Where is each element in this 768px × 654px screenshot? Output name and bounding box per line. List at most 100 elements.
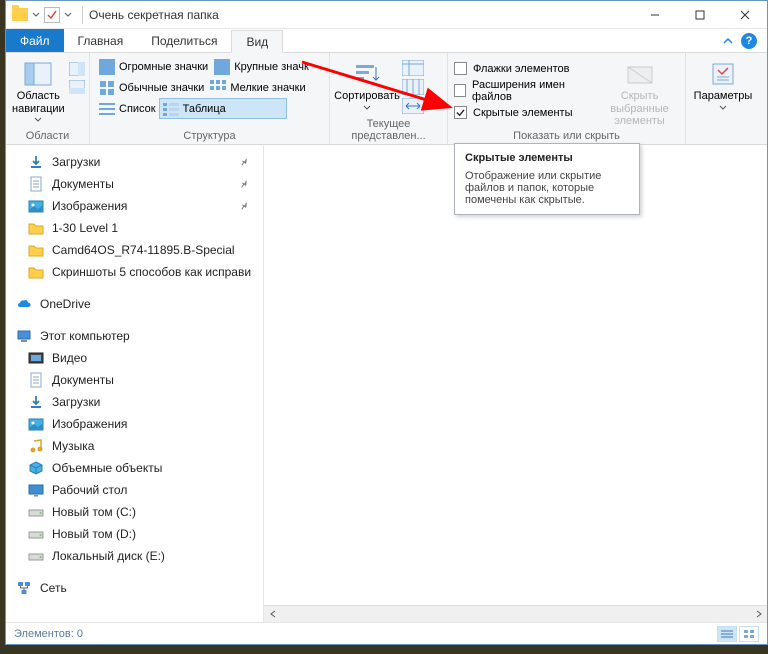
folder-icon	[28, 242, 44, 258]
add-columns-icon[interactable]	[402, 79, 424, 95]
desktop-icon	[28, 482, 44, 498]
layout-lg[interactable]: Крупные значк	[211, 56, 312, 77]
tree-item[interactable]: Изображения	[6, 413, 263, 435]
ribbon: Область навигации Области Огромные значк…	[6, 53, 767, 145]
tree-item-label: OneDrive	[40, 297, 91, 311]
titlebar: Очень секретная папка	[6, 1, 767, 29]
scroll-track[interactable]	[281, 606, 750, 623]
help-icon[interactable]: ?	[741, 33, 757, 49]
doc-icon	[28, 372, 44, 388]
fit-columns-icon[interactable]	[402, 98, 424, 114]
ribbon-group-areas: Область навигации Области	[6, 53, 90, 144]
horizontal-scrollbar[interactable]	[264, 605, 767, 622]
tree-item[interactable]: Сеть	[6, 577, 263, 599]
preview-pane-icon[interactable]	[69, 62, 85, 76]
options-icon	[708, 60, 738, 88]
tree-item[interactable]: Музыка	[6, 435, 263, 457]
tree-item[interactable]: Скриншоты 5 способов как исправи	[6, 261, 263, 283]
navigation-pane-label: Область навигации	[12, 90, 65, 115]
drive-icon	[28, 526, 44, 542]
pin-icon	[239, 201, 249, 211]
group-by-icon[interactable]	[402, 60, 424, 76]
group-label-areas: Области	[12, 129, 83, 142]
app-folder-icon	[12, 8, 28, 21]
scroll-right-button[interactable]	[750, 606, 767, 623]
tab-home[interactable]: Главная	[64, 29, 138, 52]
maximize-button[interactable]	[677, 1, 722, 29]
hide-selected-button: Скрыть выбранные элементы	[600, 56, 679, 128]
content-area: ЗагрузкиДокументыИзображения1-30 Level 1…	[6, 145, 767, 622]
tree-item[interactable]: Изображения	[6, 195, 263, 217]
navigation-tree[interactable]: ЗагрузкиДокументыИзображения1-30 Level 1…	[6, 145, 264, 622]
scroll-left-button[interactable]	[264, 606, 281, 623]
explorer-window: Очень секретная папка Файл Главная Подел…	[5, 0, 768, 645]
navigation-pane-icon	[23, 60, 53, 88]
tab-view[interactable]: Вид	[231, 30, 283, 53]
tree-item-label: Новый том (D:)	[52, 527, 136, 541]
layout-xl[interactable]: Огромные значки	[96, 56, 211, 77]
tree-item-label: Загрузки	[52, 395, 100, 409]
tree-item[interactable]: Рабочий стол	[6, 479, 263, 501]
tree-item[interactable]: Загрузки	[6, 391, 263, 413]
hide-selected-icon	[625, 60, 655, 88]
tree-item[interactable]: OneDrive	[6, 293, 263, 315]
drive-icon	[28, 504, 44, 520]
sort-button[interactable]: Сортировать	[336, 56, 398, 110]
tree-item[interactable]: Документы	[6, 369, 263, 391]
view-details-toggle[interactable]	[717, 626, 737, 642]
ribbon-group-current-view: Сортировать Текущее представлен...	[330, 53, 448, 144]
qat-dropdown-2[interactable]	[63, 11, 73, 19]
tooltip-title: Скрытые элементы	[465, 152, 629, 164]
tree-item-label: Локальный диск (E:)	[52, 549, 165, 563]
tree-item[interactable]: Загрузки	[6, 151, 263, 173]
group-label-current-view: Текущее представлен...	[336, 117, 441, 142]
details-pane-icon[interactable]	[69, 80, 85, 94]
minimize-ribbon-icon[interactable]	[723, 37, 733, 45]
checkbox-hidden-items[interactable]: Скрытые элементы	[454, 102, 596, 123]
file-list-pane[interactable]	[264, 145, 767, 622]
onedrive-icon	[16, 296, 32, 312]
status-item-count: Элементов: 0	[14, 628, 83, 640]
tree-item[interactable]: Этот компьютер	[6, 325, 263, 347]
folder-icon	[28, 264, 44, 280]
tree-item[interactable]: Объемные объекты	[6, 457, 263, 479]
tab-file[interactable]: Файл	[6, 29, 64, 52]
tree-item[interactable]: Локальный диск (E:)	[6, 545, 263, 567]
navigation-pane-button[interactable]: Область навигации	[12, 56, 65, 122]
layout-md[interactable]: Обычные значки	[96, 77, 207, 98]
tree-item[interactable]: Видео	[6, 347, 263, 369]
view-large-icons-toggle[interactable]	[739, 626, 759, 642]
ribbon-group-options: Параметры	[686, 53, 767, 144]
tree-item-label: Музыка	[52, 439, 94, 453]
tree-item[interactable]: Документы	[6, 173, 263, 195]
qat-dropdown-1[interactable]	[31, 11, 41, 19]
layout-sm[interactable]: Мелкие значки	[207, 77, 308, 98]
tree-item[interactable]: 1-30 Level 1	[6, 217, 263, 239]
tree-item-label: Скриншоты 5 способов как исправи	[52, 265, 251, 279]
music-icon	[28, 438, 44, 454]
pin-icon	[239, 157, 249, 167]
options-button[interactable]: Параметры	[692, 56, 754, 110]
close-button[interactable]	[722, 1, 767, 29]
doc-icon	[28, 176, 44, 192]
checkbox-item-flags[interactable]: Флажки элементов	[454, 58, 596, 79]
status-bar: Элементов: 0	[6, 622, 767, 644]
qat-properties-icon[interactable]	[44, 7, 60, 23]
tree-item-label: Видео	[52, 351, 87, 365]
ribbon-group-show-hide: Флажки элементов Расширения имен файлов …	[448, 53, 686, 144]
tree-item-label: Документы	[52, 177, 114, 191]
tree-item[interactable]: Camd64OS_R74-11895.B-Special	[6, 239, 263, 261]
tree-item[interactable]: Новый том (C:)	[6, 501, 263, 523]
layout-list[interactable]: Список	[96, 98, 159, 119]
minimize-button[interactable]	[632, 1, 677, 29]
sort-icon	[352, 60, 382, 88]
tab-share[interactable]: Поделиться	[137, 29, 231, 52]
tree-item[interactable]: Новый том (D:)	[6, 523, 263, 545]
layout-table[interactable]: Таблица	[159, 98, 287, 119]
pictures-icon	[28, 416, 44, 432]
checkbox-file-extensions[interactable]: Расширения имен файлов	[454, 80, 596, 101]
tree-item-label: Новый том (C:)	[52, 505, 136, 519]
download-icon	[28, 394, 44, 410]
group-label-show-hide: Показать или скрыть	[454, 129, 679, 142]
download-icon	[28, 154, 44, 170]
